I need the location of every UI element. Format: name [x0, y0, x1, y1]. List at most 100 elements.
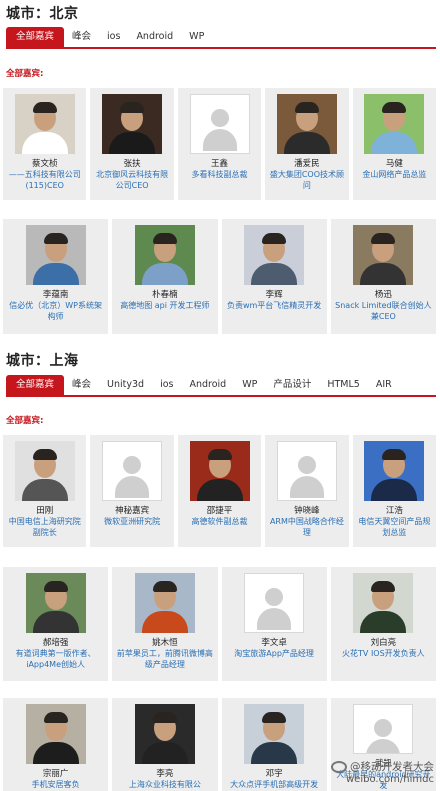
guest-title[interactable]: 微软亚洲研究院	[101, 516, 163, 527]
guest-name[interactable]: 李蕴南	[43, 288, 69, 300]
guest-name[interactable]: 杨迅	[375, 288, 392, 300]
tab-all-guests[interactable]: 全部嘉宾	[6, 27, 65, 47]
guest-photo[interactable]	[102, 94, 163, 154]
guest-photo[interactable]	[276, 94, 337, 154]
guest-photo[interactable]	[25, 225, 86, 285]
guest-title[interactable]: 信必优（北京）WP系统架构师	[3, 300, 108, 322]
guest-card[interactable]: 神秘嘉宾 微软亚洲研究院	[90, 435, 174, 547]
guest-title[interactable]: 北京御风云科技有限公司CEO	[90, 169, 173, 191]
guest-title[interactable]: 高德地图 api 开发工程师	[117, 300, 212, 311]
guest-card[interactable]: 刘白亮 火花TV IOS开发负责人	[330, 567, 436, 681]
guest-card[interactable]: 姚木恒 前苹果员工，前腾讯微博高级产品经理	[112, 567, 218, 681]
guest-photo[interactable]	[364, 94, 425, 154]
guest-title[interactable]: Snack Limited联合创始人兼CEO	[331, 300, 436, 322]
guest-photo[interactable]	[353, 573, 414, 633]
guest-name[interactable]: 郝培强	[43, 636, 69, 648]
guest-name[interactable]: 李辉	[266, 288, 283, 300]
tab-ios[interactable]: ios	[99, 30, 128, 47]
guest-photo[interactable]	[244, 225, 305, 285]
guest-title[interactable]: 上海众业科技有限公	[126, 779, 204, 790]
guest-title[interactable]: 多看科技副总裁	[189, 169, 251, 180]
guest-name[interactable]: 朴春楠	[152, 288, 178, 300]
guest-card[interactable]: 潘爱民 盛大集团COO技术顾问	[265, 88, 349, 200]
guest-photo[interactable]	[14, 441, 75, 501]
guest-card[interactable]: 李文卓 淘宝旅游App产品经理	[221, 567, 327, 681]
guest-photo[interactable]	[25, 704, 86, 764]
guest-title[interactable]: ——五科技有限公司(115)CEO	[3, 169, 86, 191]
guest-card[interactable]: 蔡文桢 ——五科技有限公司(115)CEO	[3, 88, 87, 200]
guest-title[interactable]: 金山网络产品总监	[359, 169, 429, 180]
guest-name[interactable]: 宗丽广	[43, 767, 69, 779]
guest-name[interactable]: 钟晓峰	[294, 504, 320, 516]
default-avatar-icon[interactable]	[189, 94, 250, 154]
guest-title[interactable]: 盛大集团COO技术顾问	[265, 169, 348, 191]
guest-title[interactable]: 中国电信上海研究院副院长	[3, 516, 86, 538]
default-avatar-icon[interactable]	[353, 704, 414, 754]
tab-product-design[interactable]: 产品设计	[265, 378, 319, 395]
guest-card[interactable]: 王鑫 多看科技副总裁	[177, 88, 262, 200]
guest-name[interactable]: 江浩	[386, 504, 403, 516]
tab-html5[interactable]: HTML5	[319, 378, 367, 395]
guest-title[interactable]: ARM中国战略合作经理	[265, 516, 348, 538]
guest-card[interactable]: 朴春楠 高德地图 api 开发工程师	[112, 219, 218, 334]
guest-photo[interactable]	[189, 441, 250, 501]
guest-photo[interactable]	[134, 573, 195, 633]
guest-card[interactable]: 江浩 电信天翼空间产品规划总监	[352, 435, 437, 547]
guest-name[interactable]: 王鑫	[211, 157, 228, 169]
guest-name[interactable]: 神秘嘉宾	[115, 504, 149, 516]
guest-title[interactable]: 大众点评手机部高级开发	[227, 779, 321, 790]
guest-card[interactable]: 宗丽广 手机安居客负	[3, 698, 109, 791]
tab-android[interactable]: Android	[128, 30, 181, 47]
guest-title[interactable]: 手机安居客负	[29, 779, 83, 790]
guest-title[interactable]: 淘宝旅游App产品经理	[231, 648, 317, 659]
guest-photo[interactable]	[244, 704, 305, 764]
tab-android[interactable]: Android	[181, 378, 234, 395]
guest-card[interactable]: 李亮 上海众业科技有限公	[112, 698, 218, 791]
guest-name[interactable]: 邵捷平	[207, 504, 233, 516]
guest-card[interactable]: 马健 金山网络产品总监	[352, 88, 437, 200]
weibo-icon	[331, 760, 347, 773]
default-avatar-icon[interactable]	[276, 441, 337, 501]
guest-name[interactable]: 李亮	[156, 767, 173, 779]
tab-wp[interactable]: WP	[234, 378, 265, 395]
guest-name[interactable]: 潘爱民	[294, 157, 320, 169]
default-avatar-icon[interactable]	[244, 573, 305, 633]
guest-card[interactable]: 邵捷平 高德软件副总裁	[177, 435, 262, 547]
tab-all-guests[interactable]: 全部嘉宾	[6, 375, 65, 395]
guest-title[interactable]: 前苹果员工，前腾讯微博高级产品经理	[112, 648, 217, 670]
guest-card[interactable]: 田刚 中国电信上海研究院副院长	[3, 435, 87, 547]
guest-name[interactable]: 马健	[386, 157, 403, 169]
tab-ios[interactable]: ios	[152, 378, 181, 395]
guest-title[interactable]: 有道词典第一版作者、iApp4Me创始人	[3, 648, 108, 670]
guest-name[interactable]: 李文卓	[261, 636, 287, 648]
guest-card[interactable]: 郝培强 有道词典第一版作者、iApp4Me创始人	[3, 567, 109, 681]
guest-photo[interactable]	[25, 573, 86, 633]
guest-card[interactable]: 钟晓峰 ARM中国战略合作经理	[265, 435, 349, 547]
guest-name[interactable]: 姚木恒	[152, 636, 178, 648]
tab-air[interactable]: AIR	[368, 378, 400, 395]
guest-photo[interactable]	[134, 225, 195, 285]
tab-summit[interactable]: 峰会	[64, 378, 99, 395]
guest-card[interactable]: 张扶 北京御风云科技有限公司CEO	[90, 88, 174, 200]
default-avatar-icon[interactable]	[102, 441, 163, 501]
guest-card[interactable]: 李辉 负责wm平台飞信精灵开发	[221, 219, 327, 334]
guest-photo[interactable]	[14, 94, 75, 154]
guest-name[interactable]: 邓宇	[266, 767, 283, 779]
tab-unity3d[interactable]: Unity3d	[99, 378, 152, 395]
guest-title[interactable]: 高德软件副总裁	[189, 516, 251, 527]
guest-name[interactable]: 蔡文桢	[32, 157, 58, 169]
guest-title[interactable]: 电信天翼空间产品规划总监	[353, 516, 436, 538]
guest-title[interactable]: 负责wm平台飞信精灵开发	[224, 300, 324, 311]
guest-photo[interactable]	[353, 225, 414, 285]
guest-name[interactable]: 刘白亮	[371, 636, 397, 648]
guest-card[interactable]: 李蕴南 信必优（北京）WP系统架构师	[3, 219, 109, 334]
guest-title[interactable]: 火花TV IOS开发负责人	[339, 648, 428, 659]
guest-name[interactable]: 张扶	[124, 157, 141, 169]
guest-card[interactable]: 邓宇 大众点评手机部高级开发	[221, 698, 327, 791]
tab-summit[interactable]: 峰会	[64, 30, 99, 47]
guest-photo[interactable]	[364, 441, 425, 501]
guest-card[interactable]: 杨迅 Snack Limited联合创始人兼CEO	[330, 219, 436, 334]
guest-name[interactable]: 田刚	[36, 504, 53, 516]
tab-wp[interactable]: WP	[181, 30, 212, 47]
guest-photo[interactable]	[134, 704, 195, 764]
